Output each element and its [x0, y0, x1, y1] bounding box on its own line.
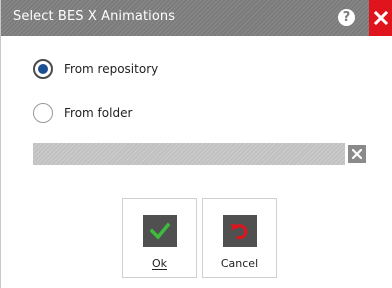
- option-label-folder: From folder: [64, 106, 133, 120]
- radio-from-folder[interactable]: [33, 103, 53, 123]
- radio-from-repository[interactable]: [33, 59, 53, 79]
- option-label-repository: From repository: [64, 62, 159, 76]
- dialog-window: Select BES X Animations ? From repositor…: [0, 0, 392, 288]
- clear-icon: [352, 149, 362, 159]
- ok-button[interactable]: Ok: [122, 198, 197, 278]
- close-icon: [374, 11, 388, 25]
- dialog-title: Select BES X Animations: [13, 9, 176, 24]
- help-button[interactable]: ?: [338, 9, 355, 26]
- folder-path-input[interactable]: [33, 143, 345, 165]
- cancel-button[interactable]: Cancel: [202, 198, 277, 278]
- title-bar: Select BES X Animations ?: [1, 0, 392, 36]
- clear-path-button[interactable]: [348, 145, 366, 163]
- cancel-label: Cancel: [220, 257, 259, 270]
- ok-icon-box: [143, 215, 177, 247]
- option-from-repository[interactable]: From repository: [33, 58, 158, 80]
- help-icon: ?: [342, 10, 351, 25]
- checkmark-icon: [150, 222, 170, 240]
- option-from-folder[interactable]: From folder: [33, 102, 132, 124]
- close-button[interactable]: [369, 0, 392, 36]
- ok-label: Ok: [151, 257, 168, 270]
- cancel-icon-box: [223, 215, 257, 247]
- undo-arrow-icon: [231, 224, 248, 240]
